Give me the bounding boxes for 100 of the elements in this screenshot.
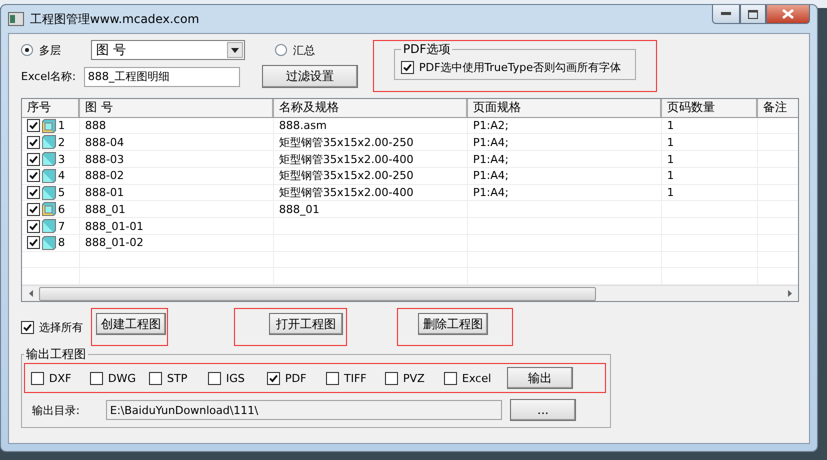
maximize-button[interactable] xyxy=(740,5,766,24)
table-cell: 1 xyxy=(667,136,674,149)
part-cube-icon xyxy=(42,186,56,200)
table-cell: 888-01 xyxy=(85,186,124,200)
table-cell: P1:A4; xyxy=(473,186,509,200)
part-cube-icon xyxy=(42,168,56,183)
table-cell: 6 xyxy=(58,202,65,216)
table-cell: 矩型钢管35x15x2.00-250 xyxy=(279,168,414,184)
checkbox[interactable] xyxy=(326,372,339,384)
checkbox-label: DWG xyxy=(108,372,136,384)
table-cell: 矩型钢管35x15x2.00-400 xyxy=(279,185,414,200)
checkbox[interactable] xyxy=(267,372,280,384)
app-icon xyxy=(8,12,24,26)
row-checkbox[interactable] xyxy=(27,220,40,233)
checkbox-label: Excel xyxy=(462,372,492,384)
checkbox[interactable] xyxy=(401,61,414,74)
group-title: PDF选项 xyxy=(402,41,452,58)
table-cell: 888 xyxy=(85,119,106,132)
checkbox[interactable] xyxy=(385,372,398,384)
scroll-left-icon[interactable] xyxy=(28,290,32,298)
table-cell: 1 xyxy=(667,152,674,166)
table-cell: 4 xyxy=(58,169,65,182)
row-checkbox[interactable] xyxy=(27,236,40,250)
checkbox-label: PDF xyxy=(285,372,306,384)
table-cell: 888-02 xyxy=(85,169,124,182)
drawing-action-button[interactable]: 创建工程图 xyxy=(96,313,166,335)
checkbox-label: IGS xyxy=(226,372,245,384)
assembly-cube-icon xyxy=(42,202,56,216)
part-cube-icon xyxy=(42,135,56,150)
drawing-action-button[interactable]: 删除工程图 xyxy=(418,313,488,335)
row-checkbox[interactable] xyxy=(27,136,40,149)
table-cell: 1 xyxy=(667,169,674,182)
table-cell: 1 xyxy=(667,186,674,200)
table-cell: 矩型钢管35x15x2.00-250 xyxy=(279,134,414,150)
drawing-action-button[interactable]: 打开工程图 xyxy=(269,313,343,335)
scroll-right-icon[interactable] xyxy=(788,290,792,298)
column-header[interactable]: 备注 xyxy=(758,99,798,117)
output-directory-field[interactable]: E:\BaiduYunDownload\111\ xyxy=(106,400,502,420)
row-checkbox[interactable] xyxy=(27,119,40,132)
table-cell: 3 xyxy=(58,152,65,166)
column-header[interactable]: 图 号 xyxy=(80,99,274,117)
checkbox-label: DXF xyxy=(49,372,72,384)
table-cell: 888_01 xyxy=(279,202,320,216)
row-checkbox[interactable] xyxy=(27,169,40,182)
table-cell: 2 xyxy=(58,136,65,149)
table-cell: 5 xyxy=(58,186,65,200)
row-checkbox[interactable] xyxy=(27,186,40,200)
radio-option[interactable]: 多层 xyxy=(21,42,61,58)
checkbox[interactable] xyxy=(149,372,162,384)
table-cell: 888_01-02 xyxy=(85,236,144,250)
checkbox-label: PVZ xyxy=(403,372,425,384)
checkbox[interactable] xyxy=(21,320,34,334)
part-cube-icon xyxy=(42,152,56,166)
window-title: 工程图管理www.mcadex.com xyxy=(30,10,200,28)
row-checkbox[interactable] xyxy=(27,152,40,166)
table-cell: P1:A4; xyxy=(473,152,509,166)
checkbox[interactable] xyxy=(208,372,221,384)
table-cell: 888-04 xyxy=(85,136,124,149)
browse-button[interactable]: ... xyxy=(510,399,576,421)
checkbox-label: PDF选中使用TrueType否则勾画所有字体 xyxy=(419,60,622,75)
excel-name-label: Excel名称: xyxy=(21,69,76,84)
group-title: 输出工程图 xyxy=(25,346,87,363)
dropdown-arrow-icon xyxy=(231,48,239,52)
table-cell: 888.asm xyxy=(279,119,327,132)
part-cube-icon xyxy=(42,236,56,250)
table-cell: 1 xyxy=(667,119,674,132)
table-cell: 888_01 xyxy=(85,202,126,216)
field-dropdown[interactable]: 图 号 xyxy=(91,40,245,60)
assembly-cube-icon xyxy=(42,118,56,133)
filter-settings-button[interactable]: 过滤设置 xyxy=(262,65,358,88)
checkbox-label: STP xyxy=(167,372,188,384)
column-header[interactable]: 页码数量 xyxy=(662,99,758,117)
table-cell: P1:A4; xyxy=(473,136,509,149)
column-header[interactable]: 页面规格 xyxy=(468,99,662,117)
minimize-button[interactable] xyxy=(712,5,740,24)
export-button[interactable]: 输出 xyxy=(507,367,573,389)
checkbox-label: 选择所有 xyxy=(39,320,83,334)
maximize-icon xyxy=(748,10,758,18)
radio-option[interactable]: 汇总 xyxy=(275,42,315,58)
close-button[interactable] xyxy=(766,5,810,24)
excel-name-field[interactable]: 888_工程图明细 xyxy=(84,66,240,86)
output-directory-label: 输出目录: xyxy=(32,402,81,418)
row-checkbox[interactable] xyxy=(27,202,40,216)
checkbox[interactable] xyxy=(90,372,103,384)
table-cell: P1:A2; xyxy=(473,119,509,132)
table-cell: 1 xyxy=(58,119,65,132)
table-cell: 8 xyxy=(58,236,65,250)
minimize-icon xyxy=(721,12,731,16)
column-header[interactable]: 序号 xyxy=(22,99,80,117)
table-cell: 888_01-01 xyxy=(85,220,144,233)
part-cube-icon xyxy=(42,219,56,234)
checkbox[interactable] xyxy=(31,372,44,384)
table-cell: 7 xyxy=(58,220,65,233)
close-icon xyxy=(782,9,794,19)
table-cell: P1:A4; xyxy=(473,169,509,182)
table-cell: 矩型钢管35x15x2.00-400 xyxy=(279,152,414,167)
column-header[interactable]: 名称及规格 xyxy=(274,99,468,117)
checkbox-label: TIFF xyxy=(344,372,367,384)
checkbox[interactable] xyxy=(444,372,457,384)
horizontal-scrollbar[interactable] xyxy=(22,285,798,301)
